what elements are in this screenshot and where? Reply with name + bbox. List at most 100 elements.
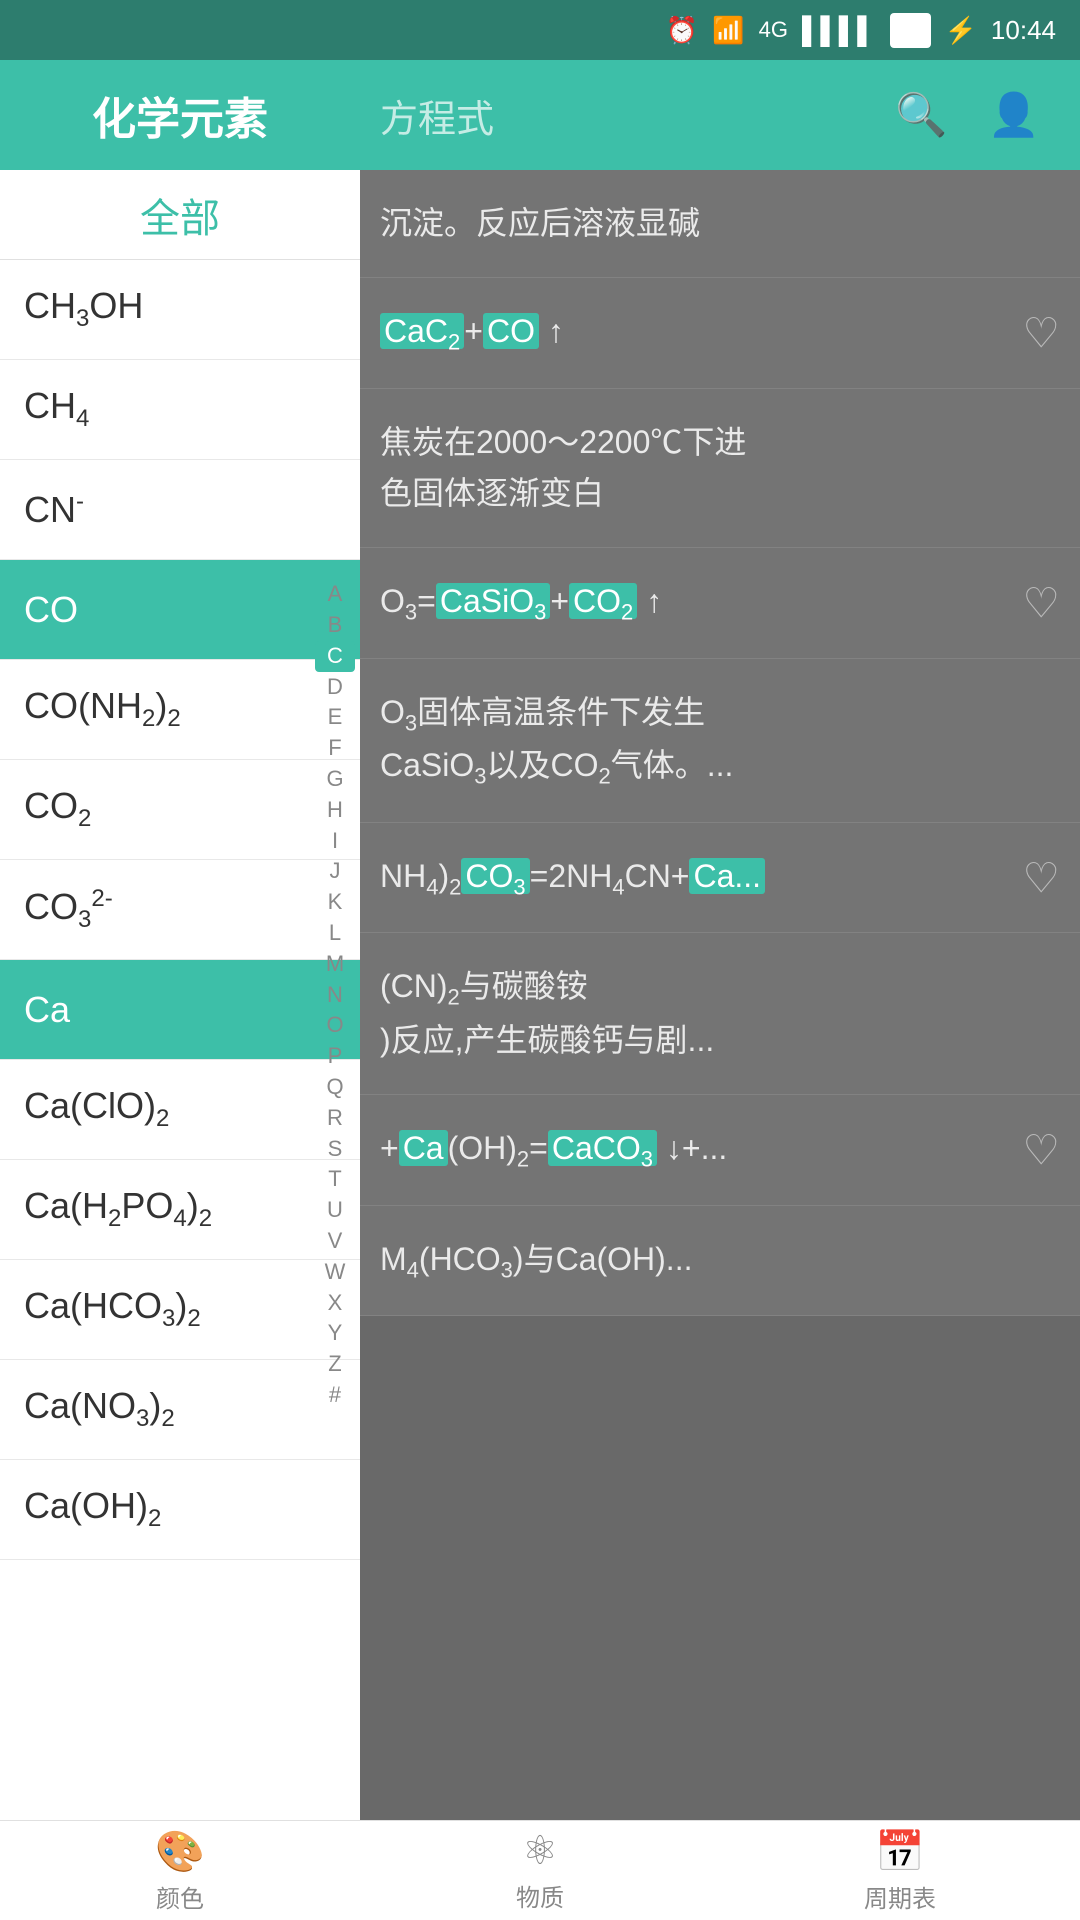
element-co-nh2-2[interactable]: CO(NH2)2 [0, 660, 360, 760]
alpha-H[interactable]: H [315, 795, 355, 826]
content-card-6[interactable]: NH4)2CO3=2NH4CN+Ca... ♡ [360, 823, 1080, 934]
sidebar-header: 全部 [0, 170, 360, 260]
search-icon[interactable]: 🔍 [895, 91, 947, 140]
color-icon: 🎨 [155, 1828, 205, 1875]
element-co[interactable]: CO [0, 560, 360, 660]
alpha-W[interactable]: W [315, 1257, 355, 1288]
bottom-navigation: 🎨 颜色 ⚛ 物质 📅 周期表 [0, 1820, 1080, 1920]
content-card-2[interactable]: CaC2+CO ↑ ♡ [360, 278, 1080, 389]
nav-equations[interactable]: 方程式 [380, 88, 494, 143]
heart-icon-4[interactable]: ♡ [1022, 578, 1060, 627]
highlight-caco3: CaCO3 [548, 1130, 657, 1166]
card-9-text: M4(HCO3)与Ca(OH)... [380, 1234, 1040, 1288]
alpha-A[interactable]: A [315, 579, 355, 610]
header-icons: 🔍 👤 [895, 91, 1040, 140]
matter-label: 物质 [516, 1878, 564, 1913]
content-card-7: (CN)2与碳酸铵)反应,产生碳酸钙与剧... [360, 933, 1080, 1095]
alphabet-index: A B C D E F G H I J K L M N O P Q R S T … [310, 170, 360, 1820]
alpha-Y[interactable]: Y [315, 1318, 355, 1349]
card-5-text: O3固体高温条件下发生CaSiO3以及CO2气体。... [380, 687, 1040, 794]
alpha-X[interactable]: X [315, 1288, 355, 1319]
alpha-O[interactable]: O [315, 1010, 355, 1041]
alpha-I[interactable]: I [315, 826, 355, 857]
alpha-B[interactable]: B [315, 610, 355, 641]
element-ca[interactable]: Ca [0, 960, 360, 1060]
content-card-4[interactable]: O3=CaSiO3+CO2 ↑ ♡ [360, 548, 1080, 659]
element-ca-no3-2[interactable]: Ca(NO3)2 [0, 1360, 360, 1460]
content-area: 沉淀。反应后溶液显碱 CaC2+CO ↑ ♡ 焦炭在2000～2200℃下进色固… [360, 170, 1080, 1820]
alpha-S[interactable]: S [315, 1134, 355, 1165]
alpha-Q[interactable]: Q [315, 1072, 355, 1103]
alpha-F[interactable]: F [315, 733, 355, 764]
highlight-co3: CO3 [461, 858, 529, 894]
alpha-L[interactable]: L [315, 918, 355, 949]
element-ca-h2po4-2[interactable]: Ca(H2PO4)2 [0, 1160, 360, 1260]
element-list[interactable]: CH3OH CH4 CN- CO CO(NH2)2 CO2 CO32- Ca [0, 260, 360, 1820]
charging-icon: ⚡ [945, 15, 977, 46]
highlight-ca-dots: Ca... [689, 858, 765, 894]
header: 化学元素 方程式 🔍 👤 [0, 60, 1080, 170]
card-7-text: (CN)2与碳酸铵)反应,产生碳酸钙与剧... [380, 961, 1040, 1066]
alpha-E[interactable]: E [315, 702, 355, 733]
content-card-3: 焦炭在2000～2200℃下进色固体逐渐变白 [360, 389, 1080, 548]
time-display: 10:44 [991, 15, 1056, 46]
alpha-J[interactable]: J [315, 856, 355, 887]
status-bar: ⏰ 📶 4G ▌▌▌▌ 17 ⚡ 10:44 [0, 0, 1080, 60]
highlight-cac2: CaC2 [380, 313, 464, 349]
content-card-1: 沉淀。反应后溶液显碱 [360, 170, 1080, 278]
app-title: 化学元素 [0, 83, 360, 147]
alpha-T[interactable]: T [315, 1164, 355, 1195]
periodic-icon: 📅 [875, 1828, 925, 1875]
main-area: 全部 CH3OH CH4 CN- CO CO(NH2)2 CO2 CO32- [0, 170, 1080, 1820]
alpha-G[interactable]: G [315, 764, 355, 795]
heart-icon-6[interactable]: ♡ [1022, 853, 1060, 902]
alpha-C[interactable]: C [315, 641, 355, 672]
content-card-8[interactable]: +Ca(OH)2=CaCO3 ↓+... ♡ [360, 1095, 1080, 1206]
element-co3-2-[interactable]: CO32- [0, 860, 360, 960]
card-8-text: +Ca(OH)2=CaCO3 ↓+... [380, 1123, 1000, 1177]
element-ch3oh[interactable]: CH3OH [0, 260, 360, 360]
highlight-co: CO [483, 313, 539, 349]
card-3-text: 焦炭在2000～2200℃下进色固体逐渐变白 [380, 417, 1040, 519]
wifi-icon: 📶 [712, 15, 744, 46]
element-ca-hco3-2[interactable]: Ca(HCO3)2 [0, 1260, 360, 1360]
alpha-Z[interactable]: Z [315, 1349, 355, 1380]
element-ca-oh-2[interactable]: Ca(OH)2 [0, 1460, 360, 1560]
heart-icon-2[interactable]: ♡ [1022, 308, 1060, 357]
card-1-text: 沉淀。反应后溶液显碱 [380, 198, 1040, 249]
element-cn-[interactable]: CN- [0, 460, 360, 560]
alpha-K[interactable]: K [315, 887, 355, 918]
user-icon[interactable]: 👤 [988, 91, 1040, 140]
nav-matter[interactable]: ⚛ 物质 [360, 1828, 720, 1913]
alpha-M[interactable]: M [315, 949, 355, 980]
content-card-9: M4(HCO3)与Ca(OH)... [360, 1206, 1080, 1317]
alpha-N[interactable]: N [315, 980, 355, 1011]
highlight-co2: CO2 [569, 583, 637, 619]
alpha-P[interactable]: P [315, 1041, 355, 1072]
signal-4g: 4G [759, 17, 788, 43]
nav-periodic-table[interactable]: 📅 周期表 [720, 1828, 1080, 1914]
periodic-label: 周期表 [864, 1879, 936, 1914]
signal-bars: ▌▌▌▌ [802, 15, 876, 46]
card-6-text: NH4)2CO3=2NH4CN+Ca... [380, 851, 1000, 905]
matter-icon: ⚛ [522, 1828, 558, 1874]
alarm-icon: ⏰ [666, 15, 698, 46]
element-co2[interactable]: CO2 [0, 760, 360, 860]
element-sidebar: 全部 CH3OH CH4 CN- CO CO(NH2)2 CO2 CO32- [0, 170, 360, 1820]
element-ca-clo-2[interactable]: Ca(ClO)2 [0, 1060, 360, 1160]
alpha-U[interactable]: U [315, 1195, 355, 1226]
heart-icon-8[interactable]: ♡ [1022, 1126, 1060, 1175]
nav-color[interactable]: 🎨 颜色 [0, 1828, 360, 1914]
alpha-R[interactable]: R [315, 1103, 355, 1134]
highlight-casio3: CaSiO3 [436, 583, 551, 619]
color-label: 颜色 [156, 1879, 204, 1914]
content-card-5: O3固体高温条件下发生CaSiO3以及CO2气体。... [360, 659, 1080, 823]
alpha-V[interactable]: V [315, 1226, 355, 1257]
battery-level: 17 [890, 13, 931, 48]
alpha-hash[interactable]: # [315, 1380, 355, 1411]
alpha-D[interactable]: D [315, 672, 355, 703]
element-ch4[interactable]: CH4 [0, 360, 360, 460]
card-4-text: O3=CaSiO3+CO2 ↑ [380, 576, 1000, 630]
card-2-text: CaC2+CO ↑ [380, 306, 1000, 360]
all-label[interactable]: 全部 [140, 186, 220, 244]
